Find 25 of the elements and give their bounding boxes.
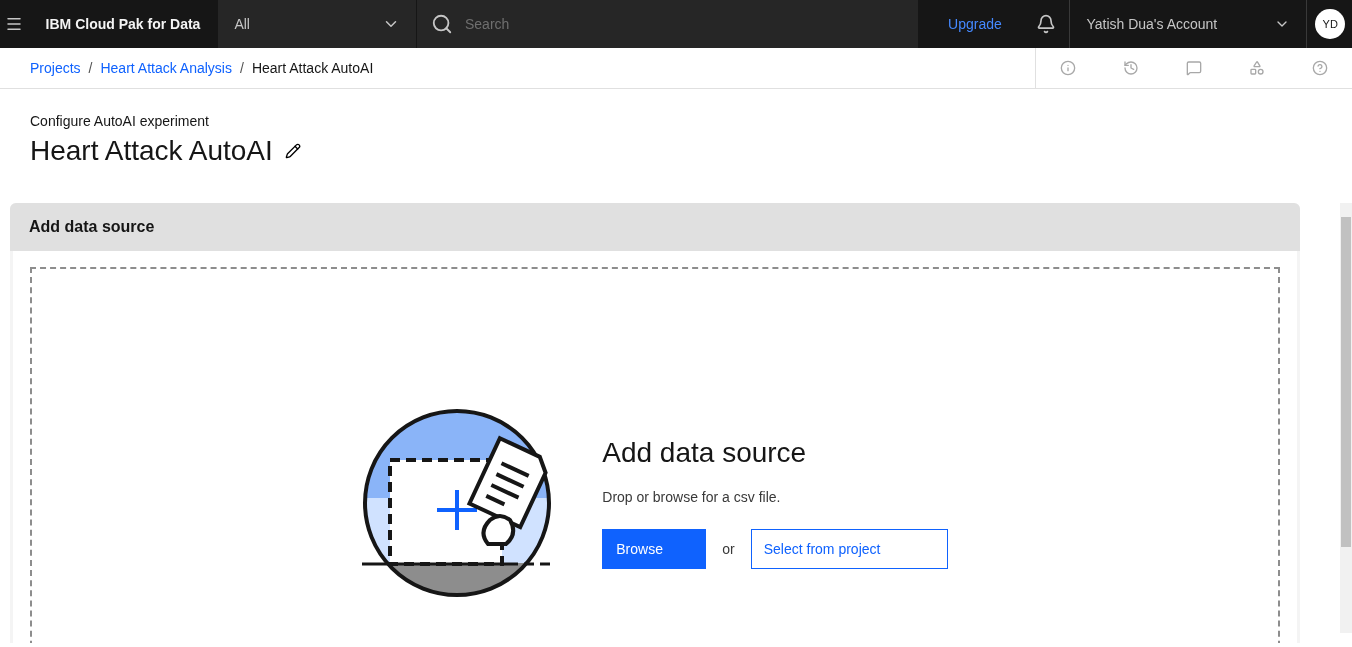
browse-button[interactable]: Browse [602,529,707,569]
or-label: or [722,541,735,557]
avatar[interactable]: YD [1315,9,1345,39]
scrollbar-thumb[interactable] [1341,217,1351,547]
upgrade-link[interactable]: Upgrade [918,0,1032,48]
search-field[interactable]: Search [463,15,905,33]
search-bar[interactable]: Search [416,0,919,48]
drop-hint: Drop or browse for a csv file. [602,489,782,505]
account-dropdown[interactable]: Yatish Dua's Account [1069,0,1308,48]
breadcrumb-link[interactable]: Heart Attack Analysis [100,60,232,76]
product-name: IBM Cloud Pak for Data [44,15,202,34]
edit-icon[interactable] [284,143,301,159]
panel-title: Add data source [10,203,1300,251]
breadcrumb-link[interactable]: Projects [30,60,81,76]
breadcrumb-separator: / [88,60,93,76]
select-from-project-button[interactable]: Select from project [750,529,948,569]
drop-zone[interactable]: Add data source Drop or browse for a csv file. Browse or Select from project [30,267,1280,643]
search-icon [431,13,453,35]
breadcrumb-current-page: Heart Attack AutoAI [251,60,374,76]
page-eyebrow: Configure AutoAI experiment [30,113,210,129]
page-title: Heart Attack AutoAI [30,135,273,167]
scrollbar[interactable] [1340,203,1352,633]
scope-dropdown[interactable]: All [218,0,416,48]
breadcrumb-separator: / [240,60,244,76]
drop-title: Add data source [602,437,808,469]
